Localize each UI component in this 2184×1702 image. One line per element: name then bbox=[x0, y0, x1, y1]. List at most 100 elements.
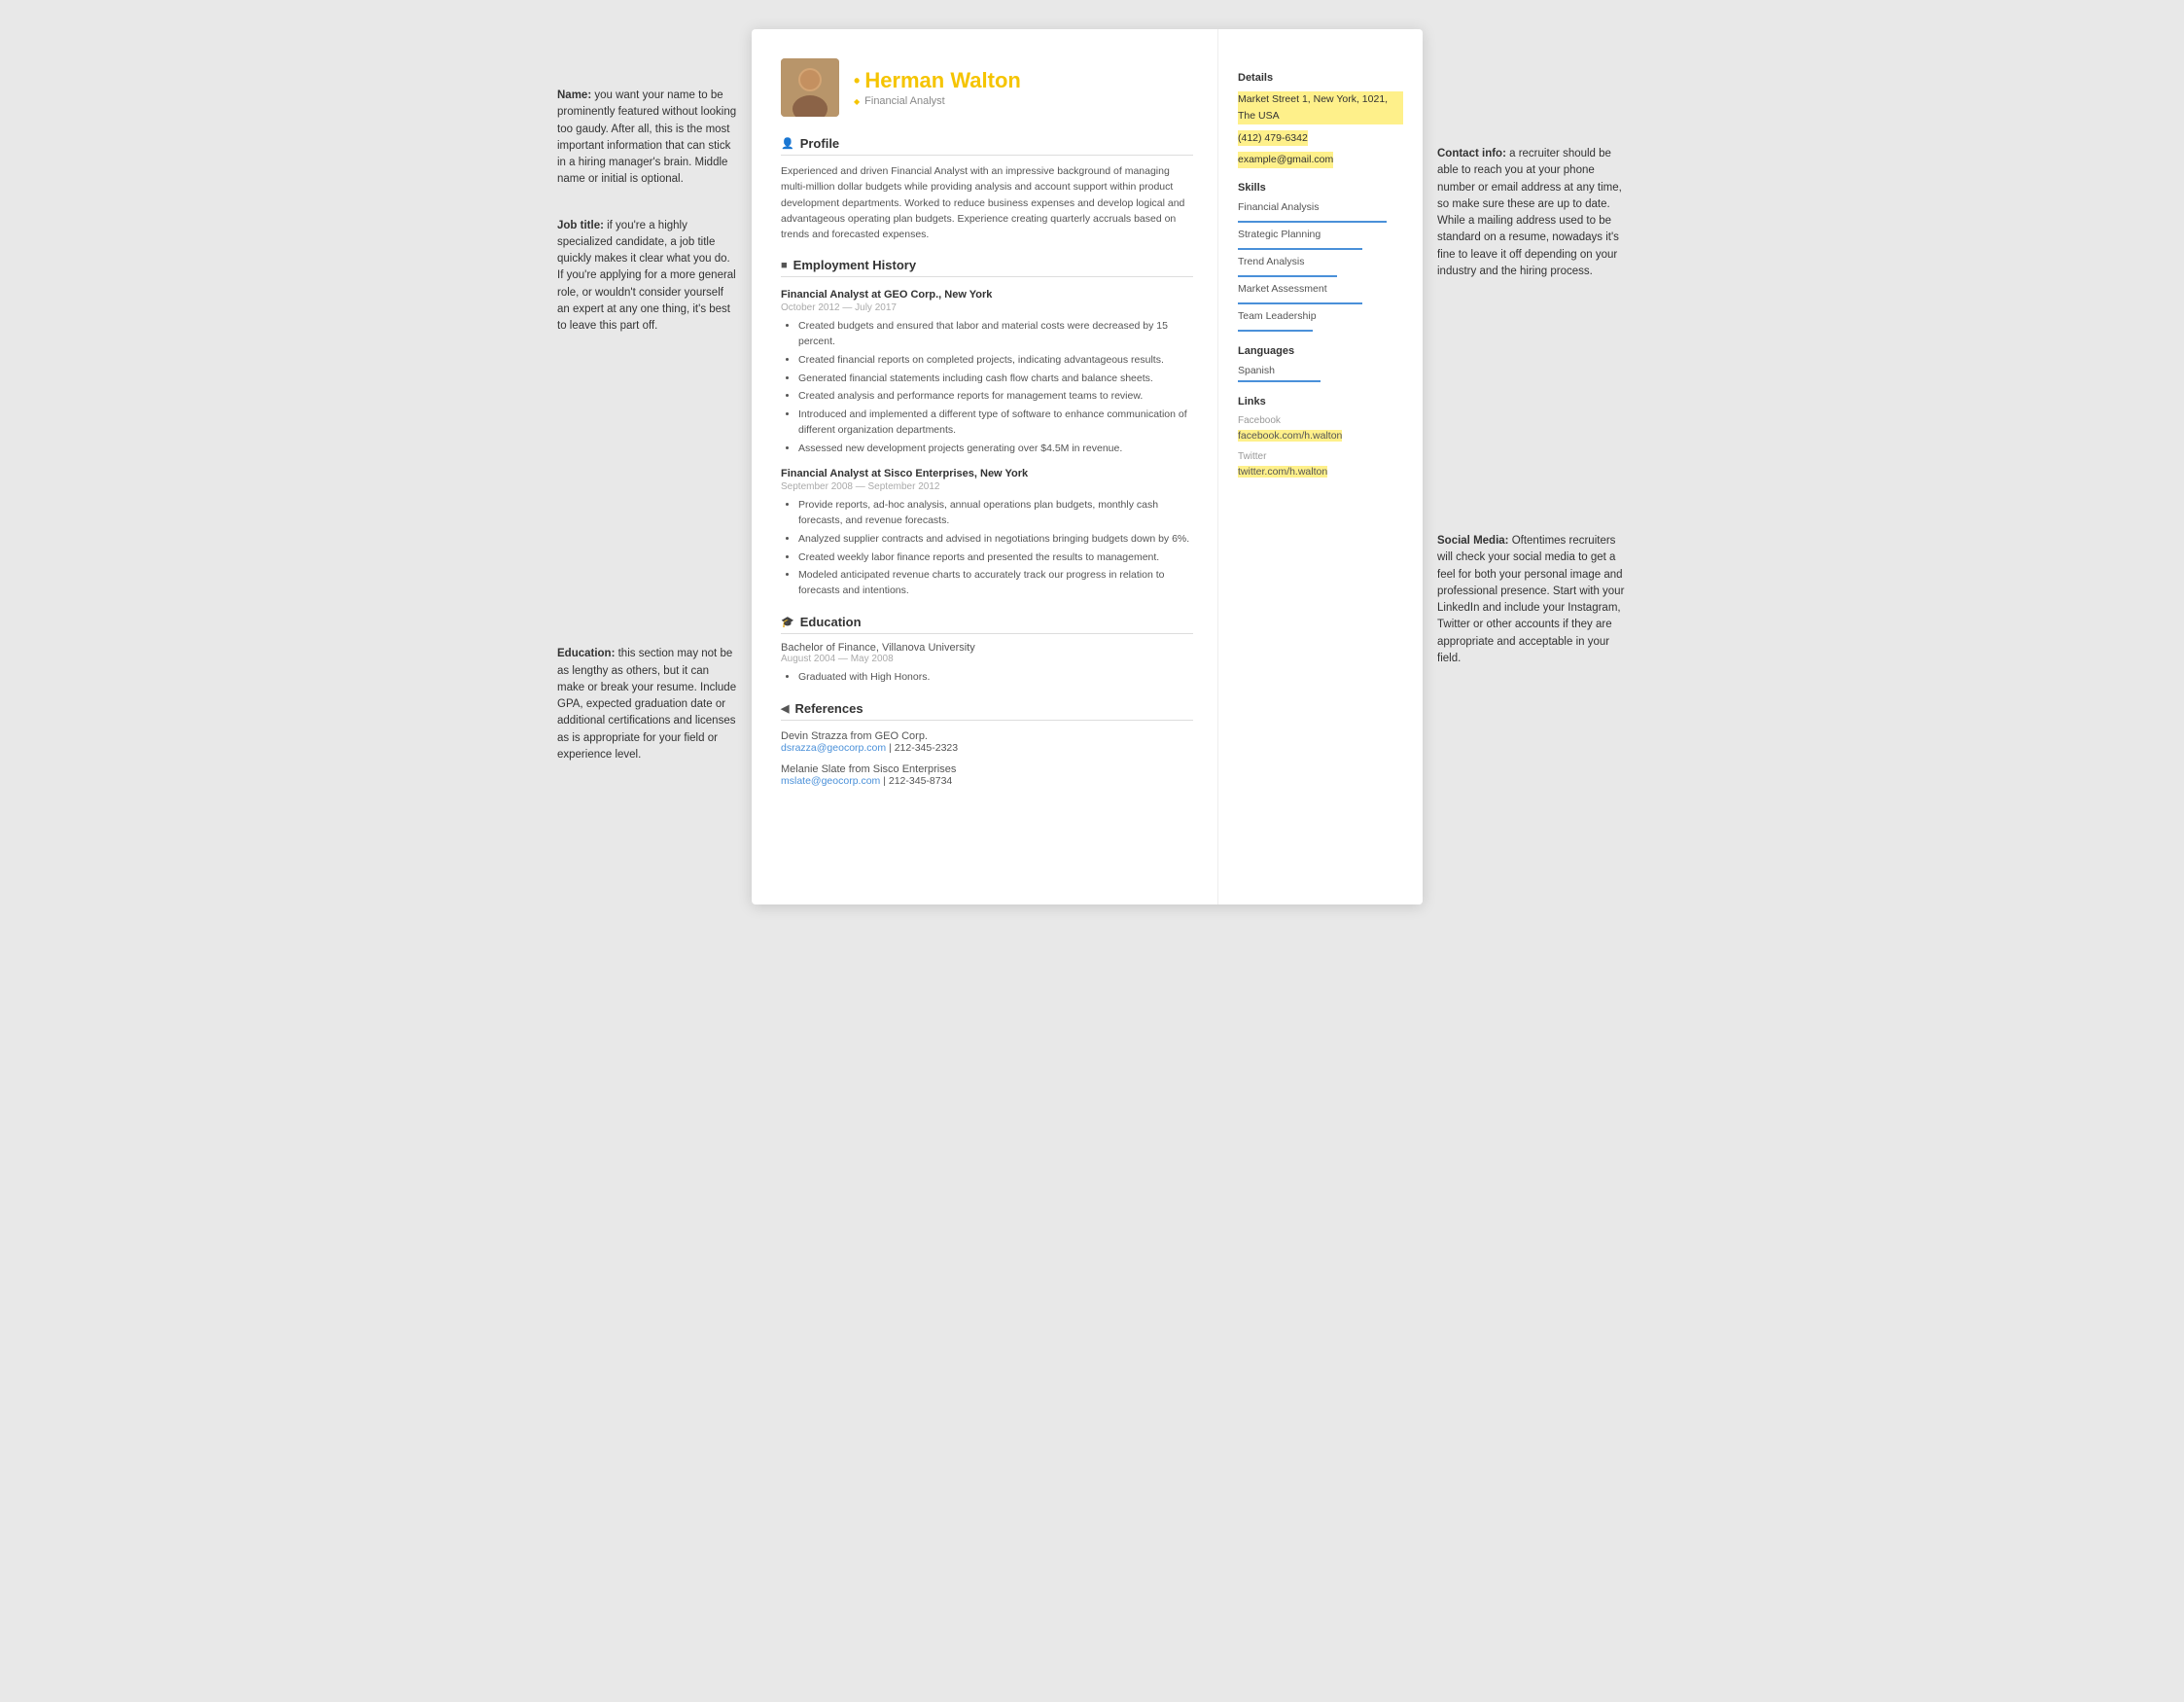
job-2-bullets: Provide reports, ad-hoc analysis, annual… bbox=[781, 498, 1193, 599]
contact-annotation: Contact info: a recruiter should be able… bbox=[1437, 146, 1627, 280]
skill-1: Financial Analysis bbox=[1238, 201, 1403, 223]
address: Market Street 1, New York, 1021, The USA bbox=[1238, 91, 1403, 124]
job-1-bullet-4: Created analysis and performance reports… bbox=[798, 389, 1193, 405]
job-1: Financial Analyst at GEO Corp., New York… bbox=[781, 289, 1193, 456]
contact-ann-bold: Contact info: bbox=[1437, 148, 1506, 160]
job-1-bullet-5: Introduced and implemented a different t… bbox=[798, 408, 1193, 439]
ref-1-name: Devin Strazza from GEO Corp. bbox=[781, 730, 1193, 742]
languages-section: Languages Spanish bbox=[1238, 345, 1403, 382]
ref-1-email[interactable]: dsrazza@geocorp.com bbox=[781, 742, 886, 754]
candidate-name: Herman Walton bbox=[854, 68, 1021, 93]
lang-1-name: Spanish bbox=[1238, 365, 1403, 376]
job-1-bullet-6: Assessed new development projects genera… bbox=[798, 442, 1193, 457]
social-ann-bold: Social Media: bbox=[1437, 535, 1509, 547]
job-1-bullet-2: Created financial reports on completed p… bbox=[798, 353, 1193, 369]
link-2-label: Twitter bbox=[1238, 451, 1403, 462]
job-1-bullet-3: Generated financial statements including… bbox=[798, 372, 1193, 387]
skills-title: Skills bbox=[1238, 182, 1403, 194]
skill-3-bar bbox=[1238, 275, 1337, 277]
skill-3: Trend Analysis bbox=[1238, 256, 1403, 277]
avatar-svg bbox=[781, 58, 839, 117]
lang-1-bar bbox=[1238, 380, 1321, 382]
job-2: Financial Analyst at Sisco Enterprises, … bbox=[781, 468, 1193, 599]
link-1-url[interactable]: facebook.com/h.walton bbox=[1238, 430, 1342, 442]
contact-ann-text: a recruiter should be able to reach you … bbox=[1437, 148, 1622, 277]
education-annotation: Education: this section may not be as le… bbox=[557, 646, 737, 763]
job-2-bullet-1: Provide reports, ad-hoc analysis, annual… bbox=[798, 498, 1193, 529]
links-section: Links Facebook facebook.com/h.walton Twi… bbox=[1238, 396, 1403, 479]
ref-1-phone: 212-345-2323 bbox=[895, 742, 958, 754]
name-ann-bold: Name: bbox=[557, 89, 591, 101]
skill-5-name: Team Leadership bbox=[1238, 310, 1403, 322]
ref-2-name: Melanie Slate from Sisco Enterprises bbox=[781, 763, 1193, 775]
address-highlight: Market Street 1, New York, 1021, The USA bbox=[1238, 91, 1403, 124]
header-text: Herman Walton Financial Analyst bbox=[854, 68, 1021, 107]
social-annotation: Social Media: Oftentimes recruiters will… bbox=[1437, 533, 1627, 667]
skill-4: Market Assessment bbox=[1238, 283, 1403, 304]
skill-5-bar bbox=[1238, 330, 1313, 332]
profile-icon: 👤 bbox=[781, 137, 794, 150]
education-section-title: 🎓 Education bbox=[781, 615, 1193, 634]
job-2-bullet-3: Created weekly labor finance reports and… bbox=[798, 550, 1193, 566]
name-ann-text: you want your name to be prominently fea… bbox=[557, 89, 736, 185]
skill-5: Team Leadership bbox=[1238, 310, 1403, 332]
link-1: Facebook facebook.com/h.walton bbox=[1238, 415, 1403, 443]
resume-header: Herman Walton Financial Analyst bbox=[781, 58, 1193, 117]
email: example@gmail.com bbox=[1238, 152, 1333, 168]
skills-section: Skills Financial Analysis Strategic Plan… bbox=[1238, 182, 1403, 332]
skill-1-name: Financial Analysis bbox=[1238, 201, 1403, 213]
link-1-label: Facebook bbox=[1238, 415, 1403, 426]
employment-section-title: ■ Employment History bbox=[781, 258, 1193, 277]
ref-2-email[interactable]: mslate@geocorp.com bbox=[781, 775, 880, 787]
job-1-dates: October 2012 — July 2017 bbox=[781, 302, 1193, 313]
education-ann-bold: Education: bbox=[557, 648, 615, 659]
job-2-bullet-2: Analyzed supplier contracts and advised … bbox=[798, 532, 1193, 548]
ref-1: Devin Strazza from GEO Corp. dsrazza@geo… bbox=[781, 730, 1193, 754]
social-ann-text: Oftentimes recruiters will check your so… bbox=[1437, 535, 1624, 664]
right-annotations: Contact info: a recruiter should be able… bbox=[1423, 29, 1627, 904]
references-icon: ◀ bbox=[781, 702, 789, 715]
job-2-bullet-4: Modeled anticipated revenue charts to ac… bbox=[798, 568, 1193, 599]
ref-2: Melanie Slate from Sisco Enterprises msl… bbox=[781, 763, 1193, 787]
resume-card: Herman Walton Financial Analyst 👤 Profil… bbox=[752, 29, 1423, 904]
jobtitle-annotation: Job title: if you're a highly specialize… bbox=[557, 218, 737, 336]
education-icon: 🎓 bbox=[781, 616, 794, 628]
name-annotation: Name: you want your name to be prominent… bbox=[557, 88, 737, 189]
languages-title: Languages bbox=[1238, 345, 1403, 357]
skill-1-bar bbox=[1238, 221, 1387, 223]
resume-left-panel: Herman Walton Financial Analyst 👤 Profil… bbox=[752, 29, 1218, 904]
job-2-title: Financial Analyst at Sisco Enterprises, … bbox=[781, 468, 1193, 479]
link-2: Twitter twitter.com/h.walton bbox=[1238, 451, 1403, 479]
ref-2-phone: 212-345-8734 bbox=[889, 775, 952, 787]
link-2-url[interactable]: twitter.com/h.walton bbox=[1238, 466, 1327, 478]
outer-container: Name: you want your name to be prominent… bbox=[557, 29, 1627, 904]
jobtitle-ann-text: if you're a highly specialized candidate… bbox=[557, 220, 736, 333]
skill-4-name: Market Assessment bbox=[1238, 283, 1403, 295]
education-ann-text: this section may not be as lengthy as ot… bbox=[557, 648, 736, 761]
left-annotations: Name: you want your name to be prominent… bbox=[557, 29, 752, 904]
phone-highlight: (412) 479-6342 bbox=[1238, 128, 1403, 147]
profile-section-title: 👤 Profile bbox=[781, 136, 1193, 156]
skill-2-bar bbox=[1238, 248, 1362, 250]
details-title: Details bbox=[1238, 72, 1403, 84]
references-section: ◀ References Devin Strazza from GEO Corp… bbox=[781, 701, 1193, 787]
edu-dates: August 2004 — May 2008 bbox=[781, 654, 1193, 664]
employment-section: ■ Employment History Financial Analyst a… bbox=[781, 258, 1193, 599]
edu-degree: Bachelor of Finance, Villanova Universit… bbox=[781, 642, 1193, 654]
links-title: Links bbox=[1238, 396, 1403, 408]
education-section: 🎓 Education Bachelor of Finance, Villano… bbox=[781, 615, 1193, 686]
candidate-title: Financial Analyst bbox=[854, 95, 1021, 107]
edu-bullets: Graduated with High Honors. bbox=[781, 670, 1193, 686]
skill-4-bar bbox=[1238, 302, 1362, 304]
resume-right-panel: Details Market Street 1, New York, 1021,… bbox=[1218, 29, 1423, 904]
jobtitle-ann-bold: Job title: bbox=[557, 220, 604, 231]
ref-1-contact: dsrazza@geocorp.com | 212-345-2323 bbox=[781, 742, 1193, 754]
job-2-dates: September 2008 — September 2012 bbox=[781, 481, 1193, 492]
ref-2-contact: mslate@geocorp.com | 212-345-8734 bbox=[781, 775, 1193, 787]
details-section: Details Market Street 1, New York, 1021,… bbox=[1238, 72, 1403, 168]
job-1-title: Financial Analyst at GEO Corp., New York bbox=[781, 289, 1193, 301]
edu-note: Graduated with High Honors. bbox=[798, 670, 1193, 686]
skill-3-name: Trend Analysis bbox=[1238, 256, 1403, 267]
phone: (412) 479-6342 bbox=[1238, 130, 1308, 147]
employment-icon: ■ bbox=[781, 260, 788, 271]
